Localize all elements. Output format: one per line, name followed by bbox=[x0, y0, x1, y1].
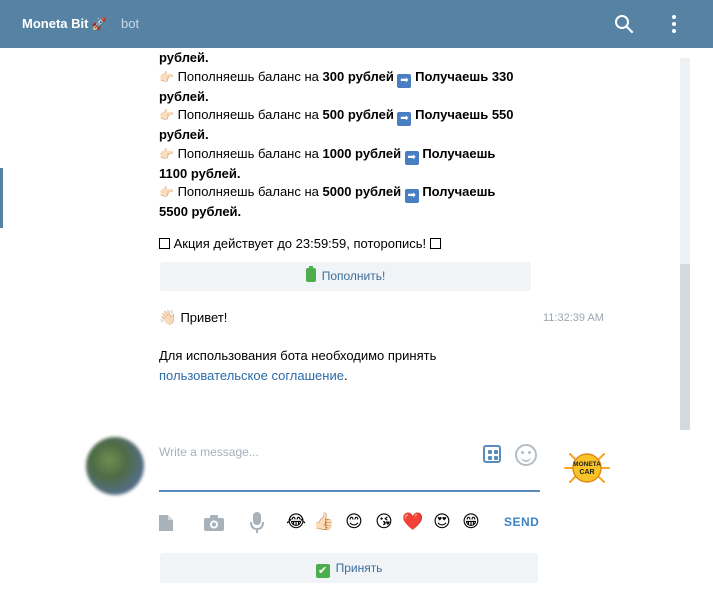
hello-message: 👋🏻 Привет! bbox=[159, 309, 228, 325]
svg-text:CAR: CAR bbox=[579, 469, 594, 476]
emoji-thumbs-up-icon[interactable]: 👍🏻 bbox=[313, 511, 335, 533]
send-button[interactable]: SEND bbox=[504, 515, 539, 529]
emoji-kiss-icon[interactable]: 😘 bbox=[373, 511, 395, 533]
promo-item: 👉🏻 Пополняешь баланс на 1000 рублей ➡ По… bbox=[159, 145, 496, 165]
topup-button[interactable]: Пополнить! bbox=[160, 262, 531, 291]
message-timestamp: 11:32:39 AM bbox=[543, 312, 604, 324]
emoji-heart-icon[interactable]: ❤️ bbox=[402, 511, 424, 533]
promo-item: 👉🏻 Пополняешь баланс на 5000 рублей ➡ По… bbox=[159, 184, 496, 203]
pointing-hand-icon: 👉🏻 bbox=[159, 69, 174, 84]
message-input[interactable] bbox=[159, 442, 459, 462]
chat-title[interactable]: Moneta Bit 🚀 bbox=[22, 16, 106, 31]
moneta-car-logo: MONETA CAR bbox=[564, 453, 610, 483]
pointing-hand-icon: 👉🏻 bbox=[159, 108, 174, 122]
promo-item-tail: рублей. bbox=[159, 127, 209, 142]
promo-item: 👉🏻 Пополняешь баланс на 500 рублей ➡ Пол… bbox=[159, 107, 514, 126]
waving-hand-icon: 👋🏻 bbox=[159, 309, 177, 325]
pointing-hand-icon: 👉🏻 bbox=[159, 146, 174, 161]
agreement-message: Для использования бота необходимо принят… bbox=[159, 348, 437, 383]
emoji-joy-icon[interactable]: 😂 bbox=[285, 511, 307, 533]
bot-commands-icon[interactable] bbox=[483, 445, 501, 463]
telegram-window: Moneta Bit 🚀 bot рублей. 👉🏻 Пополняешь ба… bbox=[0, 0, 713, 604]
promo-item-tail: 1100 рублей. bbox=[159, 165, 241, 181]
svg-text:MONETA: MONETA bbox=[573, 461, 601, 468]
pointing-hand-icon: 👉🏻 bbox=[159, 185, 174, 199]
promo-message: рублей. 👉🏻 Пополняешь баланс на 300 рубл… bbox=[159, 49, 539, 222]
promo-deadline: Акция действует до 23:59:59, поторопись! bbox=[159, 236, 441, 251]
microphone-icon[interactable] bbox=[250, 512, 264, 534]
promo-line-top: рублей. bbox=[159, 50, 209, 65]
emoji-heart-eyes-icon[interactable]: 😍 bbox=[431, 511, 453, 533]
emoji-grin-icon[interactable]: 😁 bbox=[460, 511, 482, 533]
arrow-right-icon: ➡ bbox=[397, 73, 412, 88]
user-agreement-link[interactable]: пользовательское соглашение bbox=[159, 368, 344, 383]
promo-item: 👉🏻 Пополняешь баланс на 300 рублей ➡ Пол… bbox=[159, 68, 514, 88]
chat-subtitle: bot bbox=[121, 16, 140, 31]
emoji-picker-icon[interactable] bbox=[515, 444, 537, 466]
arrow-right-icon: ➡ bbox=[404, 189, 419, 203]
check-mark-icon: ✔ bbox=[315, 564, 330, 578]
emoji-smile-icon[interactable]: 😊 bbox=[343, 511, 365, 533]
promo-item-tail: 5500 рублей. bbox=[159, 204, 242, 219]
camera-icon[interactable] bbox=[203, 514, 225, 532]
promo-item-tail: рублей. bbox=[159, 88, 209, 104]
checkbox-glyph-icon bbox=[159, 238, 170, 249]
attach-file-icon[interactable] bbox=[157, 514, 175, 532]
arrow-right-icon: ➡ bbox=[397, 112, 412, 126]
chat-header: Moneta Bit 🚀 bot bbox=[0, 0, 713, 48]
user-avatar[interactable] bbox=[86, 437, 144, 495]
message-list: рублей. 👉🏻 Пополняешь баланс на 300 рубл… bbox=[0, 48, 713, 428]
accept-button[interactable]: ✔ Принять bbox=[160, 553, 538, 583]
more-vertical-icon[interactable] bbox=[664, 14, 684, 34]
search-icon[interactable] bbox=[614, 14, 634, 34]
arrow-right-icon: ➡ bbox=[404, 150, 419, 165]
checkbox-glyph-icon bbox=[429, 238, 441, 249]
scrollbar-thumb[interactable] bbox=[680, 264, 690, 430]
battery-icon bbox=[305, 266, 316, 282]
rocket-icon: 🚀 bbox=[91, 17, 107, 31]
